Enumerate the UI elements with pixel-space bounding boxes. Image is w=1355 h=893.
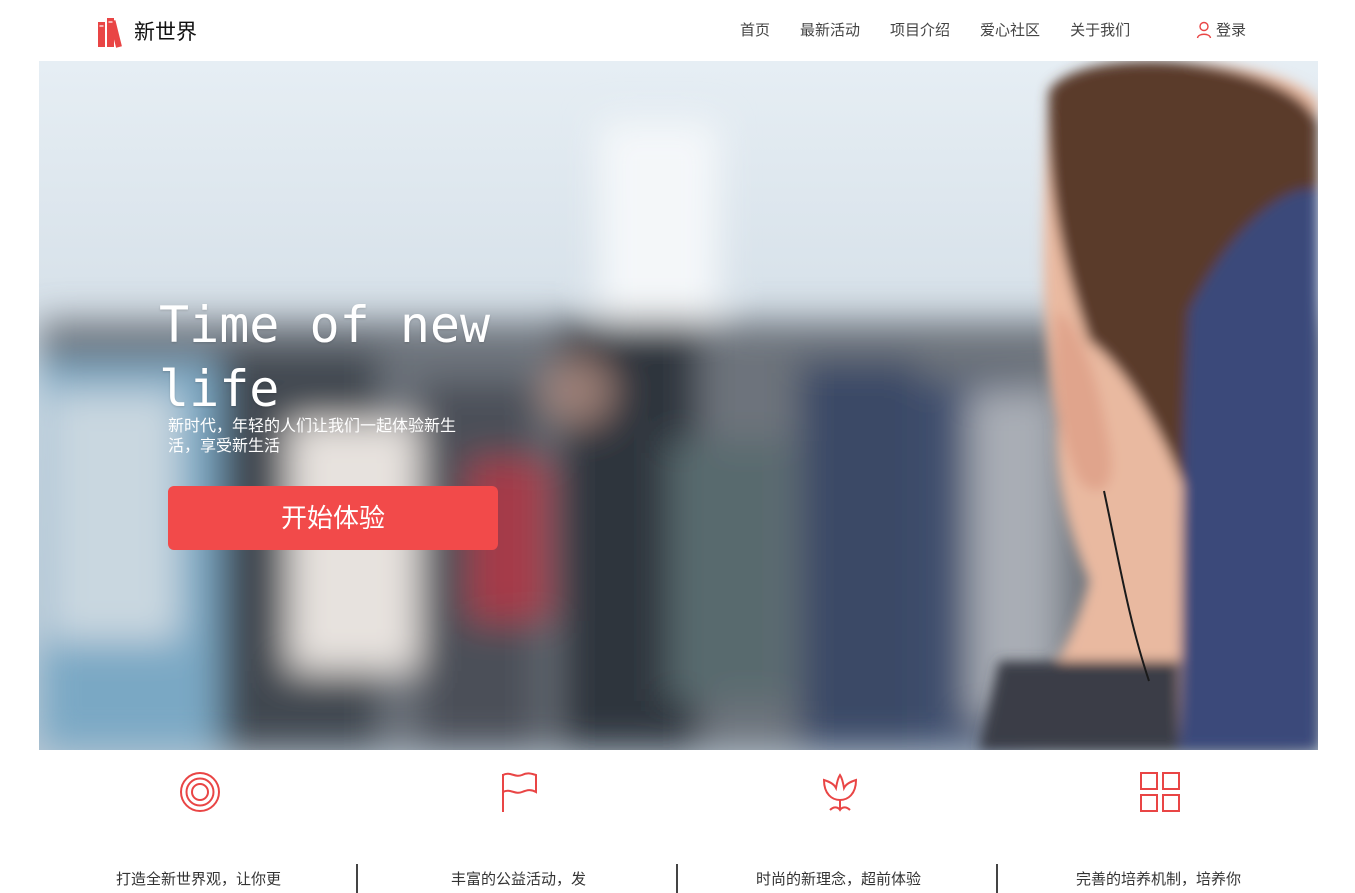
feature-divider — [996, 864, 998, 893]
feature-item[interactable]: 时尚的新理念，超前体验 — [679, 750, 998, 893]
nav-item-about[interactable]: 关于我们 — [1070, 19, 1130, 41]
feature-item[interactable]: 丰富的公益活动，发 — [359, 750, 678, 893]
flag-icon — [502, 772, 537, 812]
site-header: 新世界 首页 最新活动 项目介绍 爱心社区 关于我们 登录 — [0, 0, 1355, 61]
nav-item-community[interactable]: 爱心社区 — [980, 19, 1040, 41]
login-link[interactable]: 登录 — [1196, 19, 1246, 41]
feature-text: 时尚的新理念，超前体验 — [755, 870, 921, 888]
nav-item-latest-events[interactable]: 最新活动 — [800, 19, 860, 41]
feature-divider — [676, 864, 678, 893]
start-experience-button[interactable]: 开始体验 — [168, 486, 498, 550]
target-icon — [180, 772, 220, 812]
nav-item-projects[interactable]: 项目介绍 — [890, 19, 950, 41]
feature-item[interactable]: 完善的培养机制，培养你 — [999, 750, 1318, 893]
feature-text: 丰富的公益活动，发 — [450, 870, 586, 888]
brand-name: 新世界 — [134, 20, 197, 44]
brand-logo[interactable]: 新世界 — [97, 14, 197, 48]
feature-item[interactable]: 打造全新世界观，让你更 — [39, 750, 358, 893]
books-icon — [98, 18, 122, 48]
main-nav: 首页 最新活动 项目介绍 爱心社区 关于我们 — [740, 19, 1160, 41]
tulip-icon — [822, 773, 858, 812]
login-label: 登录 — [1216, 21, 1247, 39]
feature-divider — [356, 864, 358, 893]
features-section: 打造全新世界观，让你更 丰富的公益活动，发 时尚的新理念，超前体验 完善的培养机… — [39, 750, 1318, 893]
user-icon — [1196, 21, 1212, 39]
hero-title: Time of new life — [159, 296, 491, 418]
hero-banner: Time of new life 新时代，年轻的人们让我们一起体验新生活，享受新… — [39, 61, 1318, 750]
nav-item-home[interactable]: 首页 — [740, 19, 770, 41]
grid-icon — [1140, 772, 1180, 812]
feature-text: 打造全新世界观，让你更 — [115, 870, 281, 888]
feature-text: 完善的培养机制，培养你 — [1075, 870, 1241, 888]
hero-subtitle: 新时代，年轻的人们让我们一起体验新生活，享受新生活 — [168, 416, 457, 455]
